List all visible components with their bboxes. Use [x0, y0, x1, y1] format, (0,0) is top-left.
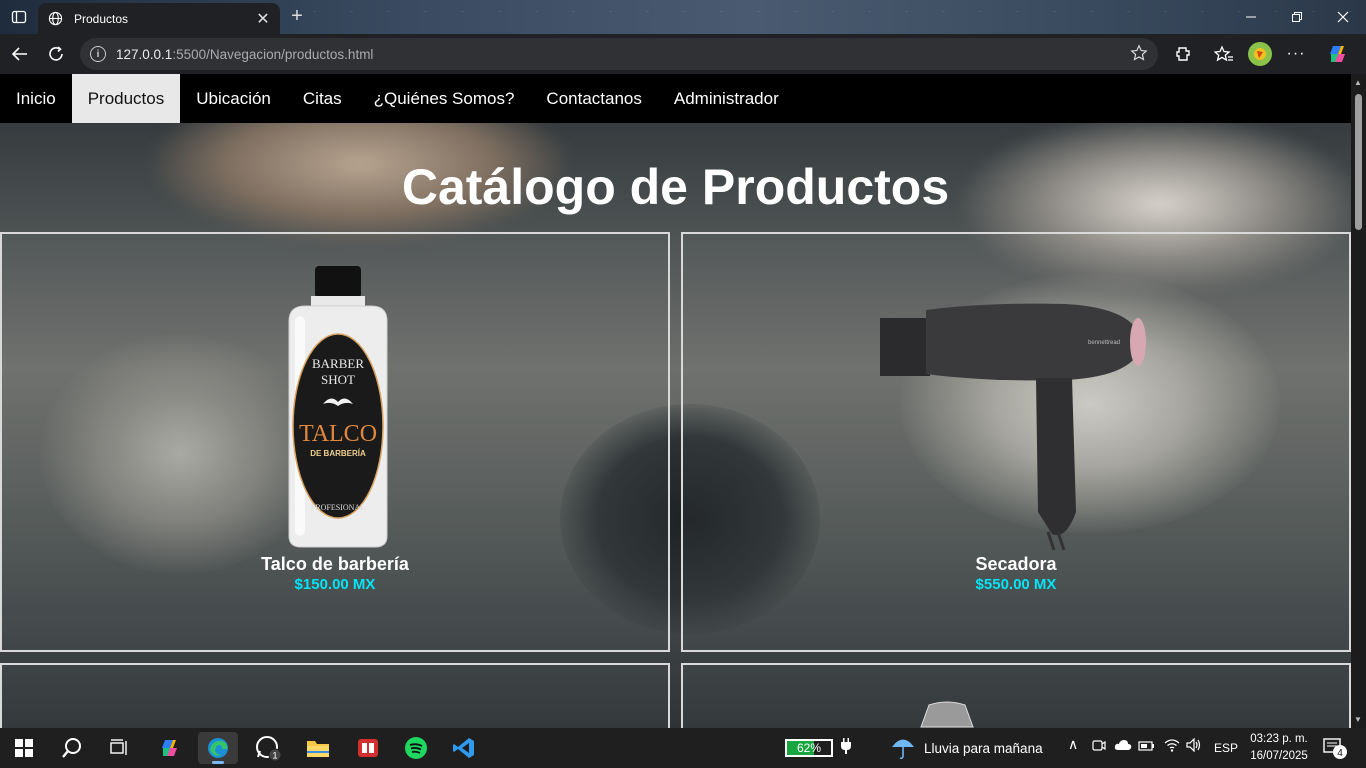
favorite-star-icon[interactable]: [1130, 44, 1148, 67]
language-indicator[interactable]: ESP: [1214, 741, 1238, 755]
label-talco: TALCO: [299, 421, 377, 447]
label-barber: BARBER: [312, 356, 364, 371]
reload-icon[interactable]: [44, 42, 68, 66]
nav-administrador[interactable]: Administrador: [658, 74, 795, 123]
product-card-secadora[interactable]: bennettread Secadora $550.00 MX: [681, 232, 1351, 652]
close-tab-icon[interactable]: ✕: [254, 9, 272, 29]
windows-taskbar: 1 62% Lluvia para mañana ∧ ESP 03:23 p. …: [0, 728, 1366, 768]
tab-title: Productos: [74, 11, 129, 26]
edge-browser-icon[interactable]: [198, 732, 238, 764]
power-mode-icon[interactable]: [1138, 738, 1156, 755]
hair-dryer-image: bennettread: [880, 303, 1146, 551]
label-shot: SHOT: [321, 372, 355, 387]
profile-avatar[interactable]: [1248, 42, 1272, 66]
clock-date: 16/07/2025: [1250, 750, 1308, 762]
minimize-icon[interactable]: [1228, 0, 1274, 34]
label-de-barberia: DE BARBERÍA: [310, 449, 366, 458]
whatsapp-icon[interactable]: 1: [248, 732, 288, 764]
nav-productos[interactable]: Productos: [71, 74, 181, 123]
scroll-down-icon[interactable]: ▼: [1354, 715, 1362, 724]
product-price: $550.00 MX: [975, 576, 1057, 593]
browser-tab-strip: Productos ✕ +: [0, 0, 1366, 34]
umbrella-icon: [892, 739, 914, 760]
label-profesional: PROFESIONAL: [311, 503, 365, 512]
notifications-count: 4: [1337, 748, 1343, 759]
copilot-taskbar-icon[interactable]: [150, 732, 190, 764]
product-name: Talco de barbería: [261, 554, 409, 574]
camera-icon[interactable]: [1092, 738, 1106, 755]
task-view-icon[interactable]: [100, 732, 140, 764]
product-price: $150.00 MX: [294, 576, 376, 593]
weather-text: Lluvia para mañana: [924, 740, 1043, 756]
reader-app-icon[interactable]: [348, 732, 388, 764]
notifications-icon[interactable]: 4: [1322, 736, 1348, 763]
nav-ubicacion[interactable]: Ubicación: [180, 74, 287, 123]
volume-icon[interactable]: [1186, 737, 1202, 755]
page-viewport: Inicio Productos Ubicación Citas ¿Quiéne…: [0, 74, 1351, 728]
globe-icon: [46, 10, 64, 28]
battery-indicator[interactable]: 62%: [785, 739, 833, 757]
new-tab-icon[interactable]: +: [286, 5, 308, 28]
cloud-icon[interactable]: [1114, 738, 1132, 755]
clock-time: 03:23 p. m.: [1250, 733, 1308, 745]
address-bar[interactable]: i 127.0.0.1:5500/Navegacion/productos.ht…: [80, 38, 1158, 70]
close-window-icon[interactable]: [1320, 0, 1366, 34]
dryer-brand-label: bennettread: [1088, 340, 1120, 346]
tab-actions-icon[interactable]: [8, 6, 30, 28]
vscode-icon[interactable]: [444, 732, 484, 764]
restore-icon[interactable]: [1274, 0, 1320, 34]
charging-plug-icon: [840, 738, 852, 757]
clipper-image: [920, 701, 974, 728]
page-scrollbar[interactable]: ▲ ▼: [1351, 74, 1366, 728]
browser-tab-productos[interactable]: Productos ✕: [38, 3, 280, 34]
chevron-up-icon[interactable]: ∧: [1068, 736, 1078, 753]
nav-quienes-somos[interactable]: ¿Quiénes Somos?: [358, 74, 531, 123]
spotify-icon[interactable]: [396, 732, 436, 764]
back-icon[interactable]: [8, 42, 32, 66]
extensions-icon[interactable]: [1172, 42, 1196, 66]
product-card[interactable]: [681, 663, 1351, 728]
site-info-icon[interactable]: i: [90, 46, 106, 62]
nav-citas[interactable]: Citas: [287, 74, 358, 123]
url-host: 127.0.0.1: [116, 46, 173, 62]
scrollbar-thumb[interactable]: [1355, 94, 1362, 230]
more-options-icon[interactable]: ···: [1284, 42, 1308, 66]
url-text: 127.0.0.1:5500/Navegacion/productos.html: [116, 47, 373, 62]
windows-start-icon[interactable]: [4, 732, 44, 764]
talco-bottle-image: BARBER SHOT TALCO DE BARBERÍA PROFESIONA…: [288, 266, 388, 548]
search-icon[interactable]: [52, 732, 92, 764]
url-path: :5500/Navegacion/productos.html: [172, 46, 374, 62]
battery-percent: 62%: [796, 741, 822, 755]
wifi-icon[interactable]: [1164, 738, 1180, 755]
site-navbar: Inicio Productos Ubicación Citas ¿Quiéne…: [0, 74, 1351, 123]
nav-inicio[interactable]: Inicio: [0, 74, 72, 123]
product-card-talco[interactable]: BARBER SHOT TALCO DE BARBERÍA PROFESIONA…: [0, 232, 670, 652]
browser-toolbar: i 127.0.0.1:5500/Navegacion/productos.ht…: [0, 34, 1366, 74]
copilot-icon[interactable]: [1326, 42, 1350, 66]
scroll-up-icon[interactable]: ▲: [1354, 78, 1362, 87]
weather-widget[interactable]: Lluvia para mañana: [890, 736, 1043, 760]
page-title: Catálogo de Productos: [401, 159, 950, 215]
product-card[interactable]: [0, 663, 670, 728]
product-name: Secadora: [975, 554, 1057, 574]
whatsapp-badge: 1: [272, 751, 277, 761]
favorites-icon[interactable]: [1212, 42, 1236, 66]
system-clock[interactable]: 03:23 p. m. 16/07/2025: [1246, 731, 1312, 765]
nav-contactanos[interactable]: Contactanos: [530, 74, 657, 123]
file-explorer-icon[interactable]: [298, 732, 338, 764]
